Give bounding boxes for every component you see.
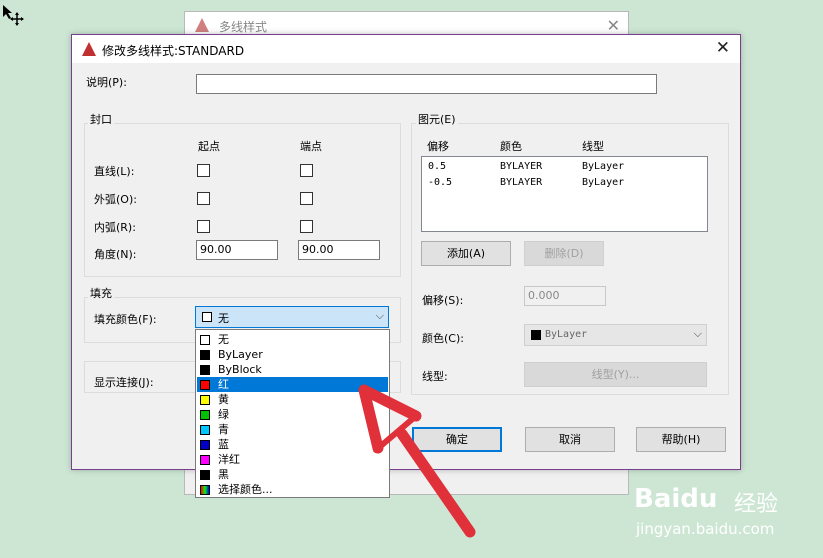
- element-color-value: ByLayer: [545, 329, 588, 340]
- color-swatch: [200, 440, 210, 450]
- fill-color-label: 填充颜色(F):: [94, 313, 157, 326]
- autocad-logo-icon: [82, 42, 96, 56]
- color-option-byblock[interactable]: ByBlock: [197, 362, 388, 377]
- row-linetype: ByLayer: [582, 161, 625, 172]
- color-palette-icon: [200, 485, 210, 495]
- caps-end-header: 端点: [300, 140, 322, 153]
- row-offset: -0.5: [428, 177, 453, 188]
- option-label: 选择颜色...: [218, 483, 273, 496]
- outer-arc-start-checkbox[interactable]: [197, 192, 210, 205]
- line-label: 直线(L):: [94, 165, 135, 178]
- option-label: 无: [218, 333, 229, 346]
- watermark-url: jingyan.baidu.com: [636, 520, 775, 538]
- elements-group-title: 图元(E): [416, 111, 458, 127]
- offset-column-header: 偏移: [427, 140, 449, 153]
- help-button[interactable]: 帮助(H): [636, 427, 726, 452]
- color-swatch: [200, 455, 210, 465]
- chevron-down-icon: ⌵: [693, 327, 702, 340]
- linetype-column-header: 线型: [582, 140, 604, 153]
- bg-dialog-title: 多线样式: [219, 20, 268, 34]
- fill-color-select[interactable]: 无 ⌵: [195, 306, 389, 328]
- option-label: 黑: [218, 468, 229, 481]
- element-color-swatch: [531, 330, 541, 340]
- color-swatch: [200, 380, 210, 390]
- color-swatch: [200, 410, 210, 420]
- color-swatch: [200, 335, 210, 345]
- baidu-watermark: Baidu 经验 jingyan.baidu.com: [634, 484, 820, 544]
- autocad-logo-icon: [195, 18, 209, 32]
- add-button[interactable]: 添加(A): [421, 241, 511, 266]
- row-color: BYLAYER: [500, 161, 543, 172]
- option-label: 红: [218, 378, 229, 391]
- line-end-checkbox[interactable]: [300, 164, 313, 177]
- caps-group-title: 封口: [88, 111, 114, 127]
- color-swatch: [200, 425, 210, 435]
- element-color-select[interactable]: ByLayer ⌵: [524, 324, 707, 346]
- angle-start-input[interactable]: 90.00: [196, 240, 278, 260]
- option-label: ByLayer: [218, 348, 263, 361]
- caps-start-header: 起点: [198, 140, 220, 153]
- title-bar: 修改多线样式:STANDARD ✕: [72, 35, 740, 63]
- inner-arc-start-checkbox[interactable]: [197, 220, 210, 233]
- display-joints-label: 显示连接(J):: [94, 376, 154, 389]
- chevron-down-icon: ⌵: [375, 309, 384, 322]
- row-offset: 0.5: [428, 161, 447, 172]
- cancel-button[interactable]: 取消: [525, 427, 615, 452]
- outer-arc-end-checkbox[interactable]: [300, 192, 313, 205]
- offset-label: 偏移(S):: [422, 294, 464, 307]
- linetype-button[interactable]: 线型(Y)...: [524, 362, 707, 387]
- dialog-title: 修改多线样式:STANDARD: [102, 44, 245, 58]
- row-linetype: ByLayer: [582, 177, 625, 188]
- fill-group-title: 填充: [88, 285, 114, 301]
- color-swatch: [200, 365, 210, 375]
- angle-end-input[interactable]: 90.00: [298, 240, 380, 260]
- color-option-none[interactable]: 无: [197, 332, 388, 347]
- watermark-brand: Baidu: [634, 484, 718, 514]
- color-swatch: [200, 350, 210, 360]
- description-label: 说明(P):: [86, 76, 127, 89]
- description-input[interactable]: [196, 74, 657, 94]
- color-swatch: [200, 395, 210, 405]
- move-cursor-icon: [3, 5, 24, 26]
- option-label: ByBlock: [218, 363, 262, 376]
- color-swatch: [200, 470, 210, 480]
- option-label: 绿: [218, 408, 229, 421]
- element-color-label: 颜色(C):: [422, 332, 464, 345]
- elements-list[interactable]: 0.5 BYLAYER ByLayer -0.5 BYLAYER ByLayer: [421, 156, 708, 232]
- inner-arc-label: 内弧(R):: [94, 221, 136, 234]
- close-icon[interactable]: ✕: [716, 38, 730, 58]
- annotation-arrow: [358, 384, 476, 538]
- angle-label: 角度(N):: [94, 248, 137, 261]
- bg-close-icon[interactable]: ✕: [607, 16, 620, 35]
- inner-arc-end-checkbox[interactable]: [300, 220, 313, 233]
- fill-color-value: 无: [218, 312, 229, 325]
- line-start-checkbox[interactable]: [197, 164, 210, 177]
- outer-arc-label: 外弧(O):: [94, 193, 137, 206]
- option-label: 青: [218, 423, 229, 436]
- fill-color-swatch: [202, 312, 212, 322]
- color-column-header: 颜色: [500, 140, 522, 153]
- color-option-bylayer[interactable]: ByLayer: [197, 347, 388, 362]
- row-color: BYLAYER: [500, 177, 543, 188]
- option-label: 黄: [218, 393, 229, 406]
- option-label: 蓝: [218, 438, 229, 451]
- delete-button[interactable]: 删除(D): [524, 241, 604, 266]
- offset-input[interactable]: 0.000: [524, 286, 606, 306]
- option-label: 洋红: [218, 453, 240, 466]
- watermark-brand-cn: 经验: [734, 492, 779, 517]
